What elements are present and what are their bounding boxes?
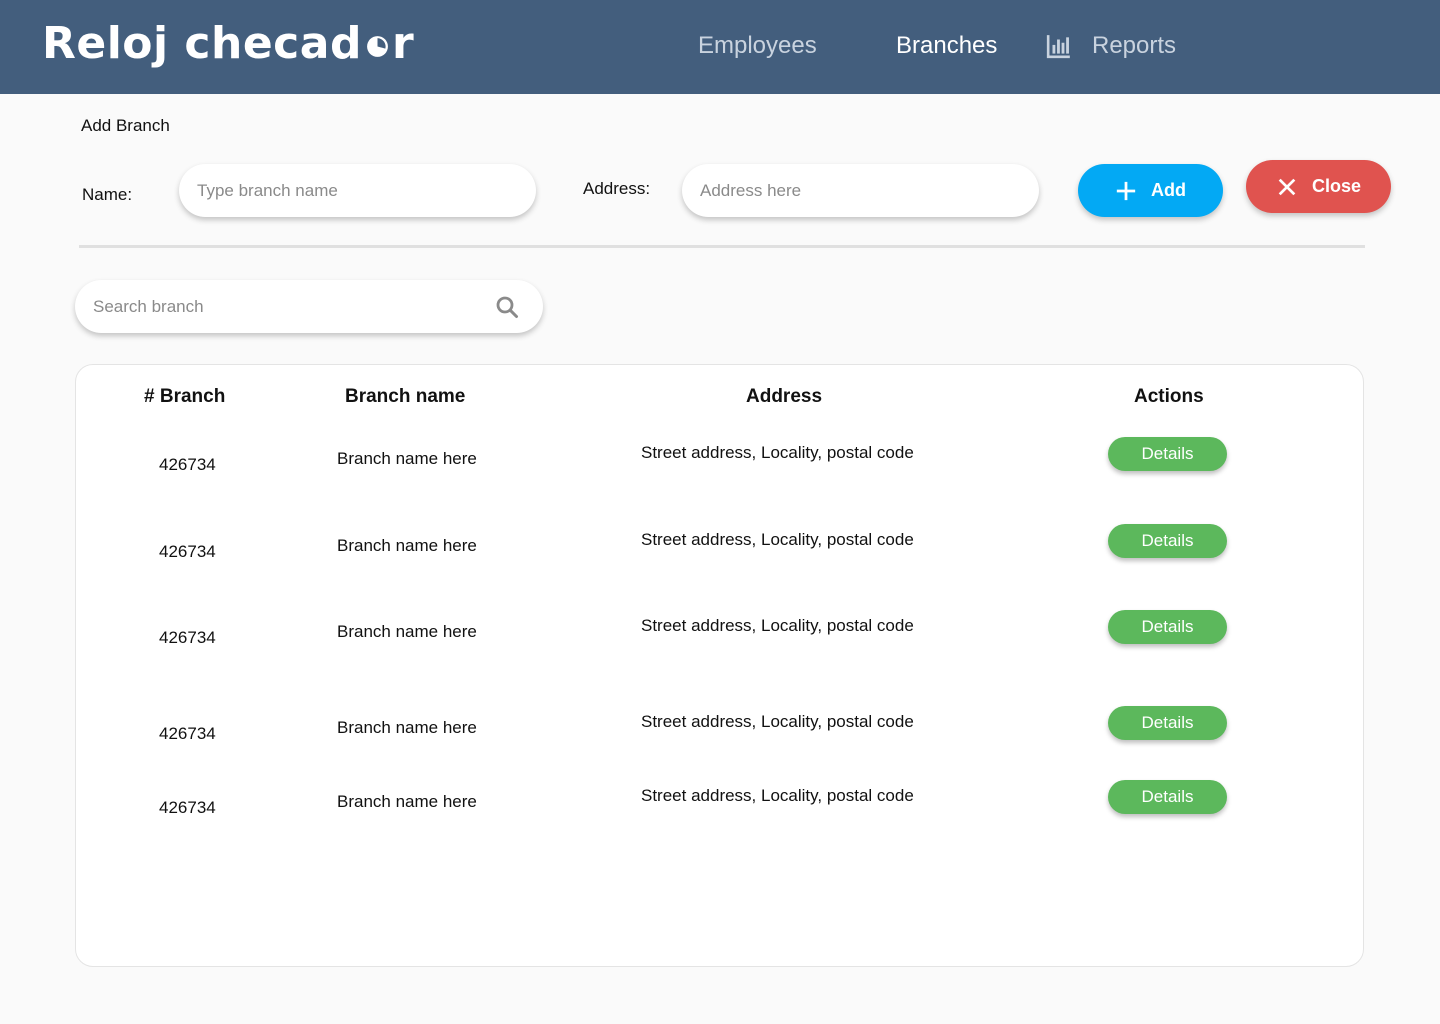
branch-name-cell: Branch name here — [337, 792, 477, 811]
branch-address-cell: Street address, Locality, postal code — [641, 786, 914, 805]
branch-number-cell: 426734 — [159, 798, 216, 817]
add-branch-title: Add Branch — [81, 116, 170, 135]
logo-text-tail: r — [391, 18, 415, 69]
logo-text: Reloj checad — [42, 18, 362, 69]
branch-address-cell: Street address, Locality, postal code — [641, 443, 914, 462]
close-button-label: Close — [1311, 176, 1362, 196]
add-branch-button[interactable]: Add — [1078, 164, 1223, 217]
section-divider — [79, 245, 1365, 248]
branch-name-cell: Branch name here — [337, 536, 477, 555]
branch-address-cell: Street address, Locality, postal code — [641, 616, 914, 635]
add-button-label: Add — [1151, 180, 1186, 200]
details-button[interactable]: Details — [1108, 437, 1227, 471]
branch-number-cell: 426734 — [159, 455, 216, 474]
branch-address-cell: Street address, Locality, postal code — [641, 712, 914, 731]
plus-icon — [1116, 181, 1136, 200]
branch-number-cell: 426734 — [159, 724, 216, 743]
top-navigation-bar: Reloj checad r Employees Branches Reports — [0, 0, 1440, 94]
nav-reports-label: Reports — [1092, 32, 1177, 59]
address-input[interactable] — [682, 164, 1039, 217]
details-button[interactable]: Details — [1108, 706, 1227, 740]
details-button[interactable]: Details — [1108, 610, 1227, 644]
column-header-branch-number: # Branch — [144, 386, 226, 407]
branch-name-input[interactable] — [179, 164, 536, 217]
nav-branches[interactable]: Branches — [896, 32, 997, 60]
nav-reports[interactable]: Reports — [1046, 32, 1176, 60]
nav-employees[interactable]: Employees — [698, 32, 817, 60]
column-header-branch-name: Branch name — [345, 386, 466, 407]
close-button[interactable]: Close — [1246, 160, 1391, 213]
details-button[interactable]: Details — [1108, 524, 1227, 558]
address-label: Address: — [583, 179, 651, 198]
branch-name-cell: Branch name here — [337, 622, 477, 641]
search-box — [75, 280, 543, 333]
column-header-actions: Actions — [1134, 386, 1204, 407]
bar-chart-icon — [1046, 35, 1070, 59]
column-header-address: Address — [746, 386, 823, 407]
app-logo[interactable]: Reloj checad r — [42, 18, 414, 69]
search-icon[interactable] — [495, 295, 519, 319]
clock-icon — [367, 36, 388, 57]
search-input[interactable] — [75, 280, 475, 333]
branch-number-cell: 426734 — [159, 542, 216, 561]
branch-name-cell: Branch name here — [337, 449, 477, 468]
name-label: Name: — [82, 185, 133, 204]
close-icon — [1278, 178, 1296, 195]
details-button[interactable]: Details — [1108, 780, 1227, 814]
branch-number-cell: 426734 — [159, 628, 216, 647]
branch-name-cell: Branch name here — [337, 718, 477, 737]
branch-address-cell: Street address, Locality, postal code — [641, 530, 914, 549]
